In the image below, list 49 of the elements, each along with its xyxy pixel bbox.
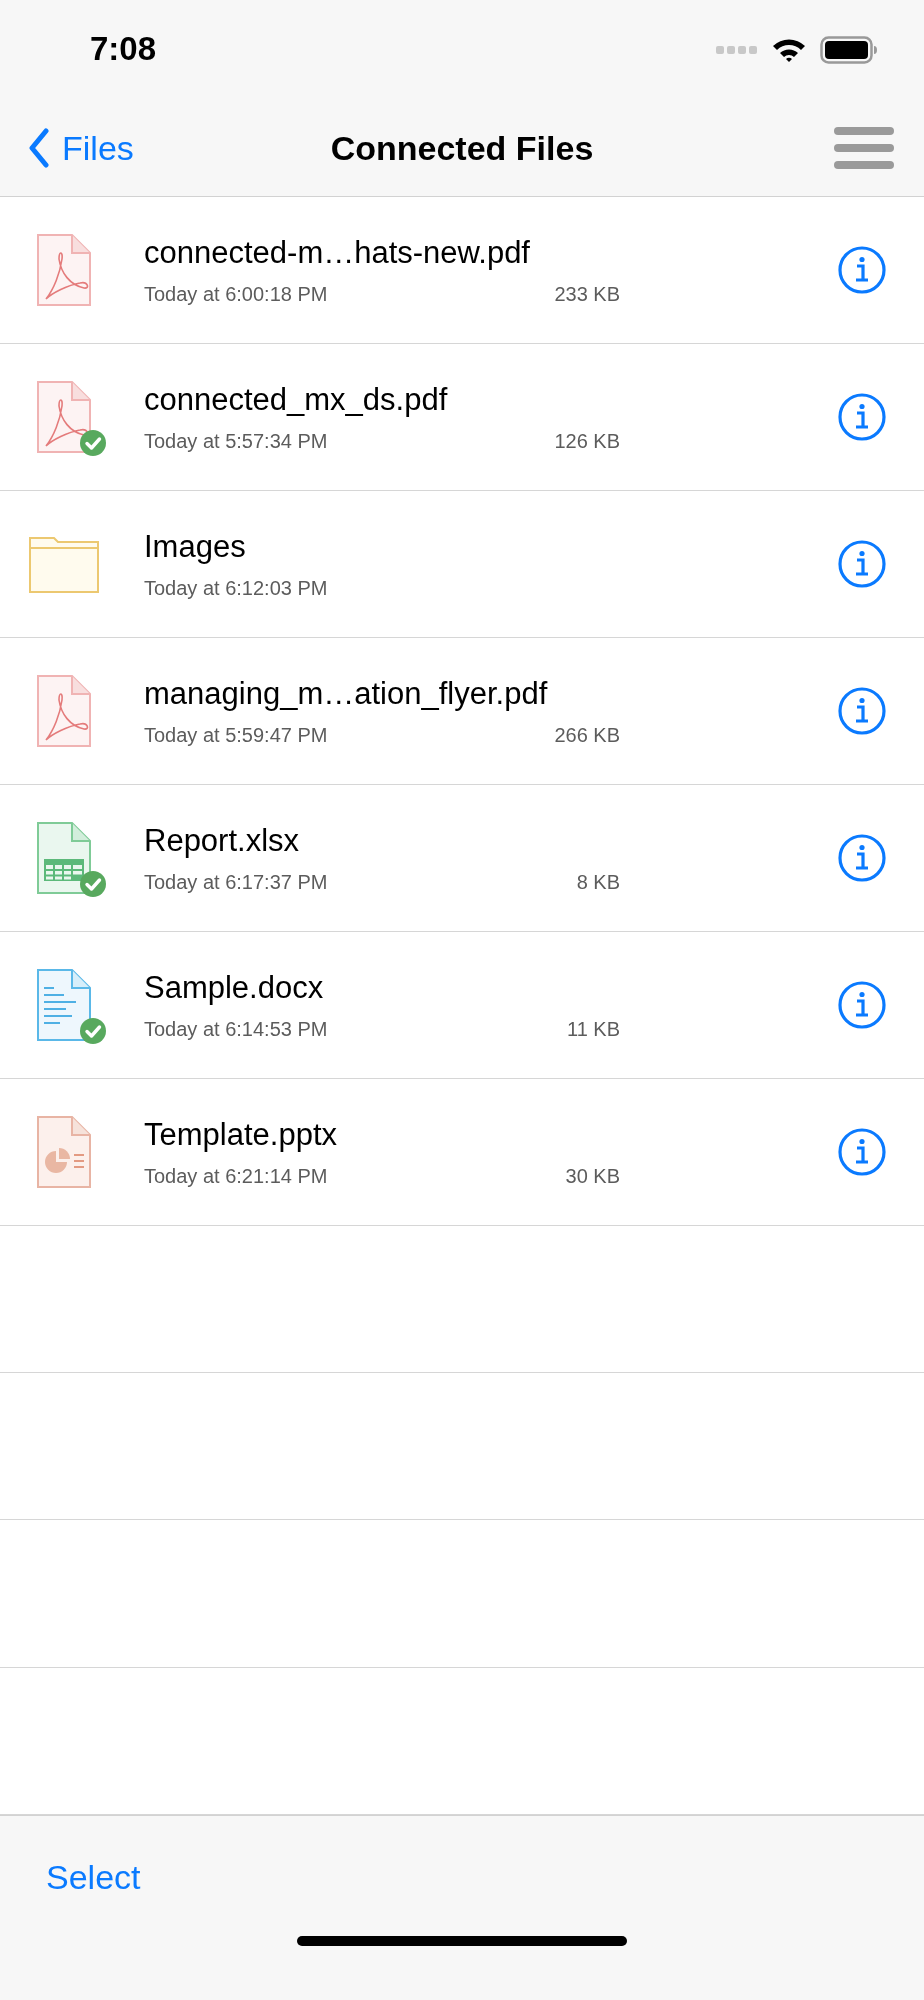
info-icon[interactable] bbox=[838, 834, 886, 882]
info-icon[interactable] bbox=[838, 687, 886, 735]
pdf-file-icon bbox=[36, 674, 92, 748]
file-name: connected-m…hats-new.pdf bbox=[144, 234, 531, 271]
status-time: 7:08 bbox=[90, 30, 157, 68]
modified-date: Today at 6:00:18 PM bbox=[144, 282, 328, 306]
spreadsheet-file-icon bbox=[36, 821, 92, 895]
file-row[interactable]: Report.xlsx Today at 6:17:37 PM 8 KB bbox=[0, 785, 924, 932]
file-size: 266 KB bbox=[554, 723, 620, 747]
wifi-icon bbox=[772, 37, 806, 63]
file-row[interactable]: connected_mx_ds.pdf Today at 5:57:34 PM 126 KB bbox=[0, 344, 924, 491]
info-icon[interactable] bbox=[838, 981, 886, 1029]
folder-icon bbox=[28, 534, 100, 594]
pdf-file-icon bbox=[36, 380, 92, 454]
modified-date: Today at 6:14:53 PM bbox=[144, 1017, 328, 1041]
menu-icon[interactable] bbox=[832, 125, 896, 171]
file-size: 8 KB bbox=[576, 870, 620, 894]
pdf-file-icon bbox=[36, 233, 92, 307]
file-name: Sample.docx bbox=[144, 969, 325, 1006]
signal-icon bbox=[716, 45, 758, 55]
modified-date: Today at 6:17:37 PM bbox=[144, 870, 328, 894]
file-row[interactable]: managing_m…ation_flyer.pdf Today at 5:59:47 PM 266 KB bbox=[0, 638, 924, 785]
document-file-icon bbox=[36, 968, 92, 1042]
info-icon[interactable] bbox=[838, 393, 886, 441]
file-row[interactable]: Sample.docx Today at 6:14:53 PM 11 KB bbox=[0, 932, 924, 1079]
modified-date: Today at 6:12:03 PM bbox=[144, 576, 328, 600]
info-icon[interactable] bbox=[838, 540, 886, 588]
file-size: 11 KB bbox=[567, 1017, 620, 1041]
select-button[interactable]: Select bbox=[46, 1858, 141, 1897]
file-row[interactable]: Images Today at 6:12:03 PM bbox=[0, 491, 924, 638]
nav-title: Connected Files bbox=[329, 128, 595, 168]
file-name: Template.pptx bbox=[144, 1116, 338, 1153]
back-link[interactable]: Files bbox=[28, 128, 134, 168]
file-size: 126 KB bbox=[554, 429, 620, 453]
file-name: Images bbox=[144, 528, 247, 565]
file-name: Report.xlsx bbox=[144, 822, 301, 859]
file-name: connected_mx_ds.pdf bbox=[144, 381, 449, 418]
info-icon[interactable] bbox=[838, 1128, 886, 1176]
file-size: 30 KB bbox=[565, 1164, 620, 1188]
file-size: 233 KB bbox=[554, 282, 620, 306]
modified-date: Today at 6:21:14 PM bbox=[144, 1164, 328, 1188]
modified-date: Today at 5:57:34 PM bbox=[144, 429, 328, 453]
back-chevron-icon bbox=[28, 128, 50, 168]
info-icon[interactable] bbox=[838, 246, 886, 294]
battery-icon bbox=[820, 36, 878, 64]
presentation-file-icon bbox=[36, 1115, 92, 1189]
modified-date: Today at 5:59:47 PM bbox=[144, 723, 328, 747]
file-name: managing_m…ation_flyer.pdf bbox=[144, 675, 549, 712]
file-row[interactable]: connected-m…hats-new.pdf Today at 6:00:18 PM 233 KB bbox=[0, 197, 924, 344]
